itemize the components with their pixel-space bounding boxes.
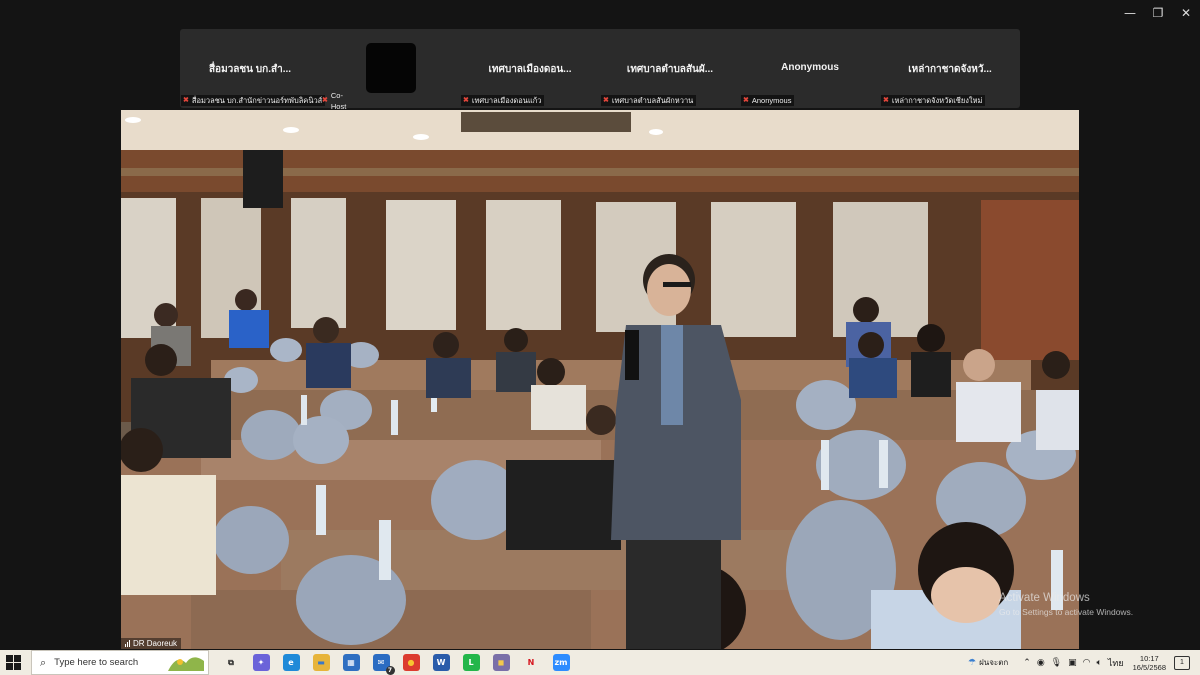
chevron-up-icon[interactable]: ⌃ — [1023, 658, 1031, 668]
taskbar: ⌕ Type here to search ⧉ ✦ e ▬ ▦ ✉ 7 ● W L ◼ Nzm ☂ ฝ… — [0, 650, 1200, 675]
weather-text: ฝนจะตก — [979, 658, 1009, 667]
speaker-name-label: DR Daoreuk — [121, 638, 182, 649]
search-highlight-icon — [168, 657, 204, 671]
chrome-icon[interactable]: ● — [402, 654, 420, 671]
microphone-icon[interactable]: 🎙︎ — [1051, 658, 1062, 668]
language-indicator[interactable]: ไทย — [1108, 656, 1124, 670]
participant-strip: สื่อมวลชน บก.สำ... ✖ สื่อมวลชน บก.สำนักข่… — [180, 29, 1020, 111]
mic-off-icon: ✖ — [883, 97, 889, 104]
signal-strength-icon — [125, 640, 130, 647]
clock-time: 10:17 — [1139, 653, 1159, 663]
notification-center-icon[interactable]: 1 — [1174, 655, 1190, 670]
mic-off-icon: ✖ — [183, 97, 189, 104]
conference-room-scene — [121, 110, 1079, 649]
mic-off-icon: ✖ — [743, 97, 749, 104]
close-button[interactable]: ✕ — [1172, 0, 1200, 26]
watermark-line2: Go to Settings to activate Windows. — [999, 607, 1134, 617]
windows-start-icon[interactable] — [6, 655, 21, 670]
search-placeholder: Type here to search — [54, 657, 139, 668]
participant-tile[interactable]: Anonymous ✖ Anonymous — [740, 29, 880, 108]
mail-icon[interactable]: ✉ 7 — [372, 654, 395, 675]
participant-name: เทศบาลตำบลสันผั... — [626, 64, 714, 75]
word-icon[interactable]: W — [432, 654, 450, 671]
watermark-line1: Activate Windows — [999, 592, 1090, 604]
participant-name: Anonymous — [781, 62, 839, 73]
taskbar-clock[interactable]: 10:17 16/5/2568 — [1133, 654, 1166, 672]
taskbar-apps: ⧉ ✦ e ▬ ▦ ✉ 7 ● W L ◼ Nzm — [216, 650, 576, 675]
zoom-icon[interactable]: zm — [552, 654, 570, 671]
camera-icon[interactable]: ◉ — [1037, 658, 1045, 668]
rain-cloud-icon: ☂ — [968, 657, 977, 668]
minimize-button[interactable]: — — [1116, 0, 1144, 26]
participant-name: เทศบาลเมืองดอน... — [488, 64, 572, 75]
main-video[interactable] — [121, 110, 1079, 649]
netflix-icon[interactable]: N — [522, 654, 540, 671]
participant-label: ✖ Anonymous — [741, 95, 795, 106]
participant-tile[interactable]: เทศบาลตำบลสันผั... ✖ เทศบาลตำบลสันผักหวาน — [600, 29, 740, 108]
mic-off-icon: ✖ — [603, 97, 609, 104]
participant-label: ✖ เทศบาลตำบลสันผักหวาน — [601, 95, 697, 106]
volume-icon[interactable]: 🔈︎ — [1096, 658, 1101, 668]
task-view-icon[interactable]: ⧉ — [222, 654, 240, 671]
window-controls: — ❐ ✕ — [1116, 0, 1200, 26]
wifi-icon[interactable]: ◠ — [1083, 658, 1091, 668]
cohost-badge: ✖ Co-Host — [322, 90, 347, 111]
file-explorer-icon[interactable]: ▬ — [312, 654, 330, 671]
mail-badge: 7 — [385, 666, 395, 675]
participant-tile[interactable]: เทศบาลเมืองดอน... ✖ เทศบาลเมืองดอนแก้ว — [460, 29, 600, 108]
weather-widget[interactable]: ☂ ฝนจะตก — [965, 656, 1008, 669]
participant-avatar-blank[interactable] — [366, 43, 416, 93]
participant-label: ✖ เทศบาลเมืองดอนแก้ว — [461, 95, 545, 106]
participant-tile[interactable]: เหล่ากาชาดจังหวั... ✖ เหล่ากาชาดจังหวัดเช… — [880, 29, 1020, 108]
edge-icon[interactable]: e — [282, 654, 300, 671]
participant-label: ✖ เหล่ากาชาดจังหวัดเชียงใหม่ — [881, 95, 986, 106]
taskbar-search-box[interactable]: ⌕ Type here to search — [31, 650, 209, 675]
restore-button[interactable]: ❐ — [1144, 0, 1172, 26]
network-icon[interactable]: ▣ — [1068, 658, 1077, 668]
clock-date: 16/5/2568 — [1132, 662, 1166, 672]
mic-off-icon: ✖ — [322, 97, 328, 104]
copilot-icon[interactable]: ✦ — [252, 654, 270, 671]
system-tray: ☂ ฝนจะตก ⌃ ◉ 🎙︎ ▣ ◠ 🔈︎ ไทย 10:17 16/5/25… — [965, 650, 1200, 675]
participant-tile[interactable]: สื่อมวลชน บก.สำ... ✖ สื่อมวลชน บก.สำนักข่… — [180, 29, 346, 111]
participant-name: สื่อมวลชน บก.สำ... — [208, 64, 292, 75]
participant-name: เหล่ากาชาดจังหวั... — [908, 64, 992, 75]
mic-off-icon: ✖ — [463, 97, 469, 104]
photo-app-icon[interactable]: ◼ — [492, 654, 510, 671]
activate-windows-watermark: Activate Windows Go to Settings to activ… — [999, 592, 1133, 617]
participant-label: ✖ สื่อมวลชน บก.สำนักข่าวนอร์ทพับลิคนิวส์ — [181, 95, 326, 106]
store-icon[interactable]: ▦ — [342, 654, 360, 671]
search-icon: ⌕ — [40, 655, 47, 669]
line-icon[interactable]: L — [462, 654, 480, 671]
speaker-name: DR Daoreuk — [133, 639, 178, 648]
